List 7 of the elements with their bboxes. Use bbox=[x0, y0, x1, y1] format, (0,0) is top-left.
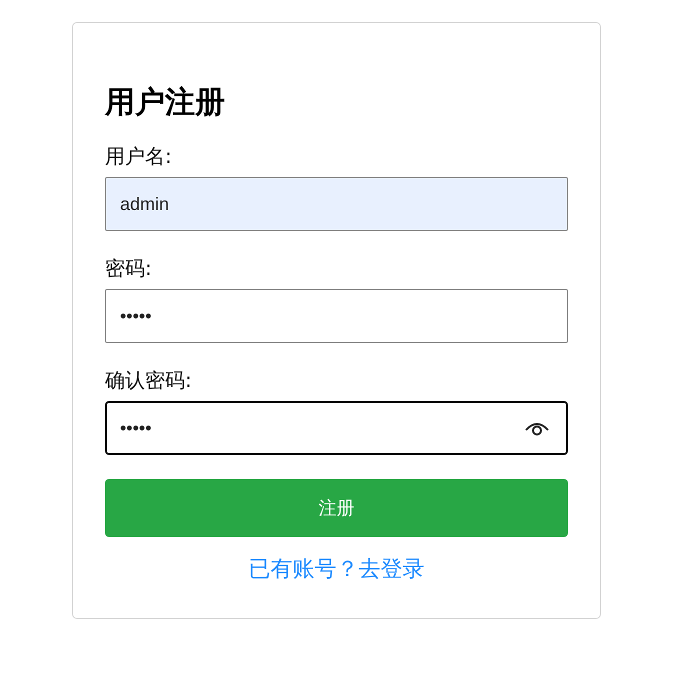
input-field[interactable]: admin bbox=[105, 177, 568, 231]
form-title: 用户注册 bbox=[105, 85, 226, 121]
input-field[interactable]: ••••• bbox=[105, 289, 568, 343]
input-field[interactable]: ••••• bbox=[105, 401, 568, 455]
field-label: 密码: bbox=[105, 255, 153, 282]
field-label: 确认密码: bbox=[105, 367, 193, 394]
field-label: 用户名: bbox=[105, 143, 173, 170]
